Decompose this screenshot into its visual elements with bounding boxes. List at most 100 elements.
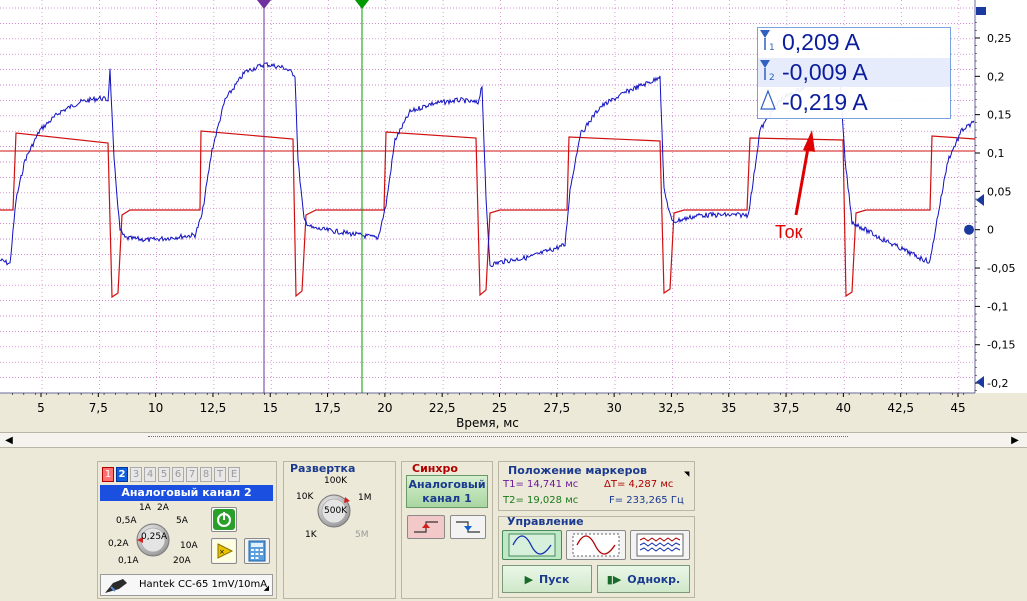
panel-splitter[interactable] bbox=[148, 436, 848, 444]
channel-tab-2[interactable]: 2 bbox=[116, 467, 128, 482]
channel-tab-7[interactable]: 7 bbox=[186, 467, 198, 482]
markers-menu-icon[interactable]: ◥ bbox=[684, 470, 689, 478]
channel-tab-1[interactable]: 1 bbox=[102, 467, 114, 482]
channel-math-button[interactable]: × bbox=[211, 538, 237, 564]
channel-tab-3[interactable]: 3 bbox=[130, 467, 142, 482]
marker-freq: F= 233,265 Гц bbox=[609, 495, 684, 506]
x-tick-label: 5 bbox=[37, 401, 45, 415]
scroll-left-icon[interactable]: ◀ bbox=[2, 435, 16, 447]
calculator-button[interactable] bbox=[244, 538, 270, 564]
timebase-label: 1K bbox=[305, 530, 317, 540]
x-tick-label: 42,5 bbox=[887, 401, 914, 415]
marker1-icon: 1 bbox=[760, 30, 775, 52]
channel-power-button[interactable] bbox=[211, 507, 237, 532]
y-tick-label: -0,15 bbox=[987, 339, 1015, 352]
y-tick-label: -0,2 bbox=[987, 377, 1008, 390]
top-handle-icon bbox=[976, 7, 986, 15]
sync-rising-edge-button[interactable] bbox=[407, 515, 445, 539]
sync-source-button[interactable]: Аналоговый канал 1 bbox=[406, 475, 488, 508]
x-tick-label: 15 bbox=[263, 401, 278, 415]
sine-wave-dashed-icon bbox=[572, 533, 620, 557]
x-tick-label: 7,5 bbox=[89, 401, 108, 415]
channel-tab-E[interactable]: E bbox=[228, 467, 240, 482]
y-tick-label: 0 bbox=[987, 224, 994, 237]
y-tick-label: 0,1 bbox=[987, 147, 1005, 160]
x-tick-label: 32,5 bbox=[658, 401, 685, 415]
y-tick-label: 0,15 bbox=[987, 109, 1012, 122]
y-tick-label: 0,2 bbox=[987, 70, 1005, 83]
range-label: 0,5A bbox=[116, 516, 137, 526]
x-tick-label: 22,5 bbox=[429, 401, 456, 415]
timebase-label: 10K bbox=[296, 492, 314, 502]
x-tick-label: 10 bbox=[148, 401, 163, 415]
y-tick-label: 0,25 bbox=[987, 32, 1012, 45]
x-tick-label: 25 bbox=[492, 401, 507, 415]
horizontal-scrollbar[interactable]: ◀ ▶ bbox=[0, 432, 1027, 448]
sync-falling-edge-button[interactable] bbox=[450, 515, 486, 539]
mode-normal-button[interactable] bbox=[566, 530, 626, 560]
sine-wave-icon bbox=[508, 533, 556, 557]
marker2-icon: 2 bbox=[760, 60, 775, 82]
zero-offset-marker bbox=[964, 224, 974, 235]
channel-tab-8[interactable]: 8 bbox=[200, 467, 212, 482]
markers-title: Положение маркеров bbox=[508, 464, 647, 477]
x-tick-label: 30 bbox=[606, 401, 621, 415]
delta-value: -0,219 A bbox=[782, 89, 868, 115]
scope-plot-area[interactable]: 5 7,5 10 12,5 15 17,5 20 22,5 25 27,5 30 32,5 35 37,5… bbox=[0, 0, 1027, 432]
x-tick-label: 20 bbox=[377, 401, 392, 415]
single-shot-icon: ▮▶ bbox=[606, 572, 622, 586]
probe-selector[interactable]: Hantek CC-65 1mV/10mA ◢ bbox=[100, 574, 273, 596]
range-label: 2A bbox=[157, 503, 169, 513]
range-label: 0,2A bbox=[108, 539, 129, 549]
t1-readout-row: 1 0,209 A bbox=[758, 28, 950, 57]
channel-title: Аналоговый канал 2 bbox=[100, 485, 273, 501]
single-label: Однокр. bbox=[627, 572, 681, 586]
play-math-icon: × bbox=[213, 540, 235, 562]
y-tick-label: -0,1 bbox=[987, 300, 1008, 313]
range-label: 0,25A bbox=[141, 532, 168, 542]
play-icon: ▶ bbox=[524, 572, 534, 586]
mode-record-button[interactable] bbox=[630, 530, 690, 560]
rising-edge-icon bbox=[414, 521, 438, 533]
marker-t2: T2= 19,028 мс bbox=[503, 495, 579, 506]
x-tick-label: 37,5 bbox=[773, 401, 800, 415]
range-label: 10A bbox=[180, 541, 198, 551]
delta-readout-row: -0,219 A bbox=[758, 88, 950, 117]
marker-dt: ΔT= 4,287 мс bbox=[604, 479, 674, 490]
x-tick-label: 35 bbox=[721, 401, 736, 415]
timebase-label: 500K bbox=[324, 506, 348, 516]
y-tick-label: 0,05 bbox=[987, 185, 1012, 198]
channel-tab-6[interactable]: 6 bbox=[172, 467, 184, 482]
timebase-label: 1M bbox=[358, 493, 372, 503]
x-axis-title: Время, мс bbox=[456, 416, 519, 430]
t1-value: 0,209 A bbox=[782, 29, 861, 55]
mode-auto-button[interactable] bbox=[502, 530, 562, 560]
y-tick-label: -0,05 bbox=[987, 262, 1015, 275]
x-tick-label: 27,5 bbox=[543, 401, 570, 415]
timebase-label: 100K bbox=[324, 476, 348, 486]
range-label: 20A bbox=[173, 556, 191, 566]
channel-tab-T[interactable]: T bbox=[214, 467, 226, 482]
scroll-right-icon[interactable]: ▶ bbox=[1008, 435, 1022, 447]
dropdown-arrow-icon: ◢ bbox=[263, 584, 269, 592]
svg-text:×: × bbox=[219, 548, 225, 556]
range-label: 1A bbox=[139, 503, 151, 513]
marker-t1: T1= 14,741 мс bbox=[503, 479, 579, 490]
x-tick-label: 45 bbox=[950, 401, 965, 415]
channel-tab-5[interactable]: 5 bbox=[158, 467, 170, 482]
single-shot-button[interactable]: ▮▶ Однокр. bbox=[597, 565, 690, 593]
x-tick-label: 17,5 bbox=[314, 401, 341, 415]
timebase-label: 5M bbox=[355, 530, 369, 540]
x-tick-label: 40 bbox=[836, 401, 851, 415]
control-title: Управление bbox=[507, 515, 584, 528]
svg-text:1: 1 bbox=[769, 43, 775, 52]
probe-icon bbox=[105, 579, 127, 593]
timebase-title: Развертка bbox=[290, 462, 356, 475]
t2-readout-row: 2 -0,009 A bbox=[758, 58, 950, 87]
sync-title: Синхро bbox=[412, 462, 458, 475]
channel-tab-4[interactable]: 4 bbox=[144, 467, 156, 482]
x-tick-label: 12,5 bbox=[200, 401, 227, 415]
run-button[interactable]: ▶ Пуск bbox=[502, 565, 592, 593]
probe-name: Hantek CC-65 1mV/10mA bbox=[139, 579, 268, 590]
calculator-icon bbox=[248, 540, 266, 562]
